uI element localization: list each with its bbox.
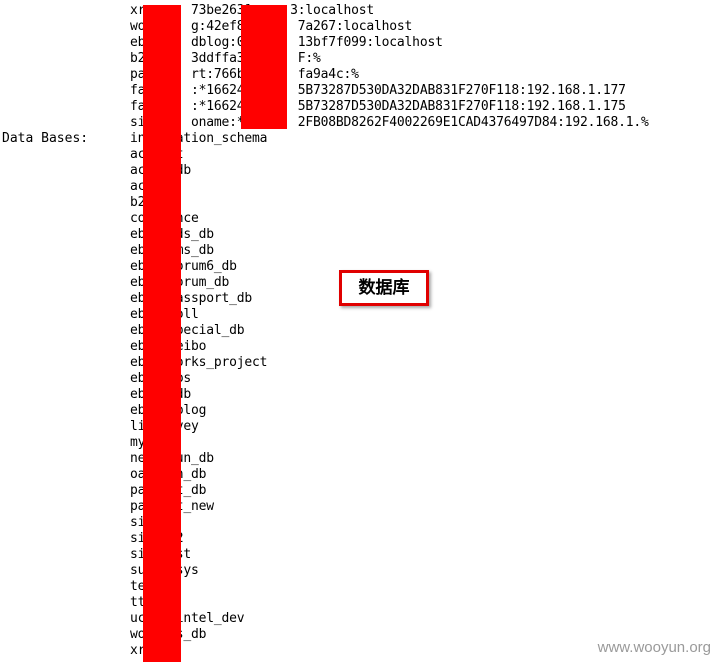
- database-annotation-box: 数据库: [339, 270, 429, 306]
- databases-label: Data Bases:: [2, 131, 89, 146]
- user-credential-line: fa :*166247 5B73287D530DA32DAB831F270F11…: [130, 99, 626, 114]
- user-credential-line: fa :*166247 5B73287D530DA32DAB831F270F11…: [130, 83, 626, 98]
- watermark: www.wooyun.org: [597, 639, 711, 656]
- redaction-bar-left: [143, 5, 181, 662]
- redaction-bar-right: [241, 5, 287, 129]
- user-credential-line: si oname:*7 2FB08BD8262F4002269E1CAD4376…: [130, 115, 649, 130]
